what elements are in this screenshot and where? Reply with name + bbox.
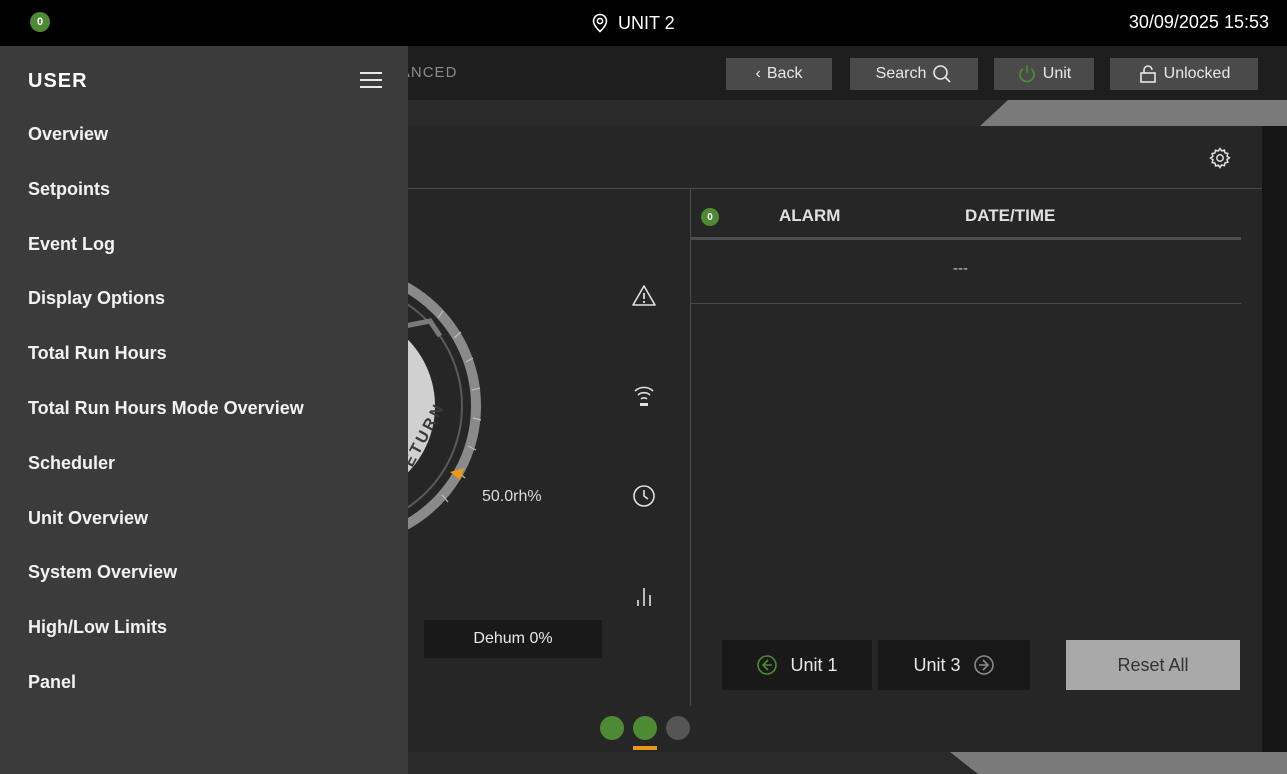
alarm-count-badge[interactable]: 0 <box>30 12 50 32</box>
warning-icon[interactable] <box>630 282 658 310</box>
hamburger-menu-icon[interactable] <box>360 72 382 90</box>
chevron-left-icon: ‹ <box>755 65 761 82</box>
page-dot-3[interactable] <box>666 716 690 740</box>
alarm-empty-placeholder: --- <box>953 260 968 277</box>
settings-gear-icon[interactable] <box>1208 146 1232 170</box>
unlock-icon <box>1139 65 1156 83</box>
menu-item-setpoints[interactable]: Setpoints <box>28 179 304 234</box>
bar-chart-icon[interactable] <box>630 582 658 610</box>
location-pin-icon <box>592 13 608 33</box>
search-label: Search <box>875 65 927 82</box>
next-unit-label: Unit 3 <box>913 654 961 675</box>
wireless-icon[interactable] <box>630 382 658 410</box>
date-time: 30/09/2025 15:53 <box>1128 12 1269 32</box>
table-row: --- <box>691 240 1241 304</box>
menu-item-scheduler[interactable]: Scheduler <box>28 453 304 508</box>
unit-name: UNIT 2 <box>618 12 675 33</box>
page-dot-1[interactable] <box>600 716 624 740</box>
page-dot-2-active[interactable] <box>633 716 657 740</box>
unit-button-label: Unit <box>1042 65 1072 82</box>
active-page-indicator <box>633 746 657 750</box>
lock-label: Unlocked <box>1163 65 1231 82</box>
column-header-alarm[interactable]: ALARM <box>779 206 840 226</box>
previous-unit-button[interactable]: Unit 1 <box>722 640 872 690</box>
alarm-table-header: 0 ALARM DATE/TIME <box>691 194 1241 240</box>
clock-icon[interactable] <box>630 482 658 510</box>
back-button[interactable]: ‹ Back <box>726 58 832 90</box>
menu-item-unit-overview[interactable]: Unit Overview <box>28 508 304 563</box>
header-stripe-accent <box>980 100 1287 126</box>
arrow-left-circle-icon <box>757 655 778 675</box>
menu-item-display-options[interactable]: Display Options <box>28 288 304 343</box>
column-header-datetime[interactable]: DATE/TIME <box>965 206 1055 226</box>
menu-item-event-log[interactable]: Event Log <box>28 234 304 289</box>
menu-item-overview[interactable]: Overview <box>28 124 304 179</box>
top-status-bar: 0 UNIT 2 30/09/2025 15:53 <box>0 0 1287 46</box>
humidity-gauge <box>400 278 482 534</box>
unit-indicator: UNIT 2 <box>590 12 675 34</box>
menu-item-high-low-limits[interactable]: High/Low Limits <box>28 617 304 672</box>
search-icon <box>933 65 951 83</box>
next-unit-button[interactable]: Unit 3 <box>878 640 1030 690</box>
menu-list: Overview Setpoints Event Log Display Opt… <box>28 124 304 727</box>
panel-header-divider <box>400 188 1262 189</box>
back-label: Back <box>766 65 803 82</box>
humidity-setpoint: 50.0rh% <box>482 488 542 505</box>
power-icon <box>1018 65 1035 83</box>
reset-all-button[interactable]: Reset All <box>1066 640 1240 690</box>
overview-panel: ETURN 50.0rh% Dehum 0% 0 ALARM DATE/TIME <box>400 126 1262 752</box>
alarm-count-badge: 0 <box>701 208 719 226</box>
unit-power-button[interactable]: Unit <box>994 58 1094 90</box>
menu-item-system-overview[interactable]: System Overview <box>28 562 304 617</box>
lock-button[interactable]: Unlocked <box>1110 58 1258 90</box>
footer-stripe-accent <box>950 752 1287 774</box>
search-button[interactable]: Search <box>850 58 978 90</box>
user-side-menu: USER Overview Setpoints Event Log Displa… <box>0 46 408 774</box>
menu-title: USER <box>28 70 88 92</box>
alarm-table: 0 ALARM DATE/TIME --- <box>691 194 1241 304</box>
menu-item-total-run-hours-mode-overview[interactable]: Total Run Hours Mode Overview <box>28 398 304 453</box>
dehum-status: Dehum 0% <box>424 620 602 658</box>
arrow-right-circle-icon <box>973 655 994 675</box>
menu-item-total-run-hours[interactable]: Total Run Hours <box>28 343 304 398</box>
previous-unit-label: Unit 1 <box>790 654 838 675</box>
menu-item-panel[interactable]: Panel <box>28 672 304 727</box>
